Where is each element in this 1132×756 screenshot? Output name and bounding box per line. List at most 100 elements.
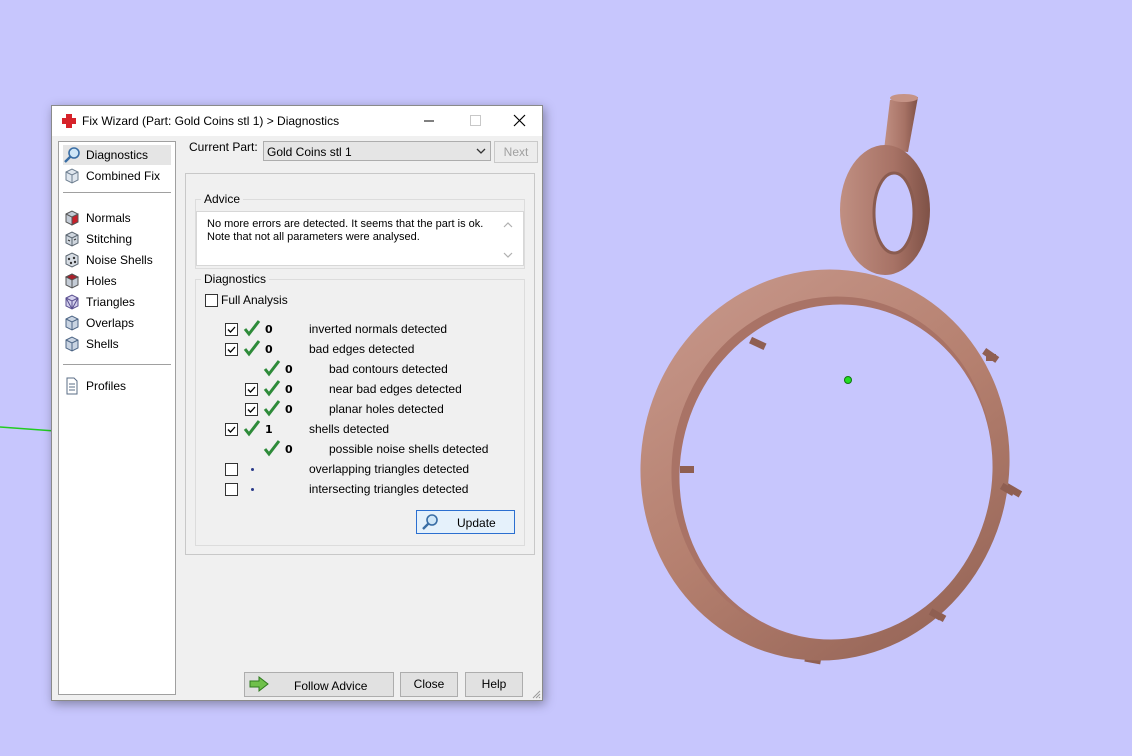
noise-shells-cube-icon	[65, 252, 79, 268]
advice-line-2: Note that not all parameters were analys…	[207, 231, 420, 243]
full-analysis-label: Full Analysis	[221, 293, 288, 307]
advice-group-title: Advice	[201, 192, 244, 206]
sidebar-item-label: Stitching	[86, 232, 133, 246]
overlapping-triangles-label: overlapping triangles detected	[309, 462, 470, 476]
sidebar-item-label: Noise Shells	[86, 253, 153, 267]
sidebar-item-label: Overlaps	[86, 316, 135, 330]
bad-edges-label: bad edges detected	[309, 342, 415, 356]
sidebar-item-label: Profiles	[86, 379, 127, 393]
noise-shells-count: 0	[285, 443, 293, 456]
shells-cube-icon	[65, 336, 79, 352]
sidebar-item-holes[interactable]: Holes	[63, 271, 171, 291]
sidebar-item-label: Holes	[86, 274, 117, 288]
checkmark-icon	[227, 346, 236, 353]
resize-grip-icon[interactable]	[530, 688, 541, 699]
close-button[interactable]: Close	[400, 672, 458, 697]
sidebar-item-diagnostics[interactable]: Diagnostics	[63, 145, 171, 165]
sidebar-item-shells[interactable]: Shells	[63, 334, 171, 354]
pendant-model	[640, 94, 1023, 665]
green-check-icon	[263, 380, 281, 397]
sidebar-item-label: Triangles	[86, 295, 135, 309]
help-button[interactable]: Help	[465, 672, 523, 697]
scroll-down-icon[interactable]	[502, 250, 514, 260]
sidebar-divider	[63, 364, 171, 365]
bad-edges-checkbox[interactable]	[225, 343, 238, 356]
checkmark-icon	[247, 386, 256, 393]
minimize-icon[interactable]	[406, 106, 452, 136]
update-button-label: Update	[457, 516, 496, 530]
center-point-marker	[844, 376, 852, 384]
shells-checkbox[interactable]	[225, 423, 238, 436]
sidebar-item-normals[interactable]: Normals	[63, 208, 171, 228]
advice-textbox[interactable]: No more errors are detected. It seems th…	[196, 211, 524, 266]
green-check-icon	[263, 400, 281, 417]
noise-shells-label: possible noise shells detected	[329, 442, 489, 456]
current-part-value: Gold Coins stl 1	[267, 145, 352, 159]
inverted-normals-count: 0	[265, 323, 273, 336]
green-check-icon	[243, 420, 261, 437]
window-title: Fix Wizard (Part: Gold Coins stl 1) > Di…	[82, 114, 340, 128]
inverted-normals-label: inverted normals detected	[309, 322, 448, 336]
normals-cube-icon	[65, 210, 79, 226]
title-bar[interactable]: Fix Wizard (Part: Gold Coins stl 1) > Di…	[52, 106, 542, 136]
fix-wizard-dialog: Fix Wizard (Part: Gold Coins stl 1) > Di…	[51, 105, 543, 701]
red-cross-icon	[62, 114, 76, 128]
bad-contours-count: 0	[285, 363, 293, 376]
near-bad-edges-checkbox[interactable]	[245, 383, 258, 396]
sidebar-divider	[63, 192, 171, 193]
checkmark-icon	[227, 426, 236, 433]
triangles-cube-icon	[65, 294, 79, 310]
bad-edges-count: 0	[265, 343, 273, 356]
follow-advice-button[interactable]: Follow Advice	[244, 672, 394, 697]
document-icon	[66, 377, 78, 395]
magnifier-icon	[64, 147, 80, 163]
checkmark-icon	[247, 406, 256, 413]
chevron-down-icon	[476, 148, 486, 154]
sidebar-item-noise-shells[interactable]: Noise Shells	[63, 250, 171, 270]
green-check-icon	[243, 340, 261, 357]
green-check-icon	[263, 440, 281, 457]
close-icon[interactable]	[496, 106, 542, 136]
update-button[interactable]: Update	[416, 510, 515, 534]
sidebar-item-triangles[interactable]: Triangles	[63, 292, 171, 312]
intersecting-triangles-checkbox[interactable]	[225, 483, 238, 496]
scroll-up-icon[interactable]	[502, 220, 514, 230]
sidebar-item-profiles[interactable]: Profiles	[63, 376, 171, 396]
near-bad-edges-count: 0	[285, 383, 293, 396]
sidebar-item-combined-fix[interactable]: Combined Fix	[63, 166, 171, 186]
holes-cube-icon	[64, 273, 80, 289]
sidebar-item-stitching[interactable]: Stitching	[63, 229, 171, 249]
diagnostics-group-title: Diagnostics	[201, 272, 270, 286]
green-check-icon	[263, 360, 281, 377]
current-part-select[interactable]: Gold Coins stl 1	[263, 141, 491, 161]
full-analysis-checkbox[interactable]	[205, 294, 218, 307]
maximize-icon[interactable]	[452, 106, 498, 136]
planar-holes-label: planar holes detected	[329, 402, 444, 416]
advice-text: No more errors are detected. It seems th…	[207, 218, 483, 244]
planar-holes-count: 0	[285, 403, 293, 416]
bad-contours-label: bad contours detected	[329, 362, 448, 376]
not-analysed-dot	[251, 488, 254, 491]
sidebar-item-label: Shells	[86, 337, 119, 351]
advice-line-1: No more errors are detected. It seems th…	[207, 218, 484, 230]
inverted-normals-checkbox[interactable]	[225, 323, 238, 336]
shells-label: shells detected	[309, 422, 390, 436]
wizard-sidebar: Diagnostics Combined Fix Normals Stitchi…	[58, 141, 176, 695]
not-analysed-dot	[251, 468, 254, 471]
planar-holes-checkbox[interactable]	[245, 403, 258, 416]
overlapping-triangles-checkbox[interactable]	[225, 463, 238, 476]
sidebar-item-overlaps[interactable]: Overlaps	[63, 313, 171, 333]
follow-advice-label: Follow Advice	[294, 679, 368, 693]
next-button[interactable]: Next	[494, 141, 538, 163]
magnifier-icon	[422, 514, 438, 530]
overlaps-cube-icon	[65, 315, 79, 331]
sidebar-item-label: Combined Fix	[86, 169, 161, 183]
current-part-label: Current Part:	[189, 140, 258, 154]
sidebar-item-label: Diagnostics	[86, 148, 149, 162]
bail-rod	[884, 97, 918, 152]
arrow-right-icon	[249, 675, 269, 693]
sidebar-item-label: Normals	[86, 211, 131, 225]
stitching-cube-icon	[65, 231, 79, 247]
checkmark-icon	[227, 326, 236, 333]
intersecting-triangles-label: intersecting triangles detected	[309, 482, 469, 496]
